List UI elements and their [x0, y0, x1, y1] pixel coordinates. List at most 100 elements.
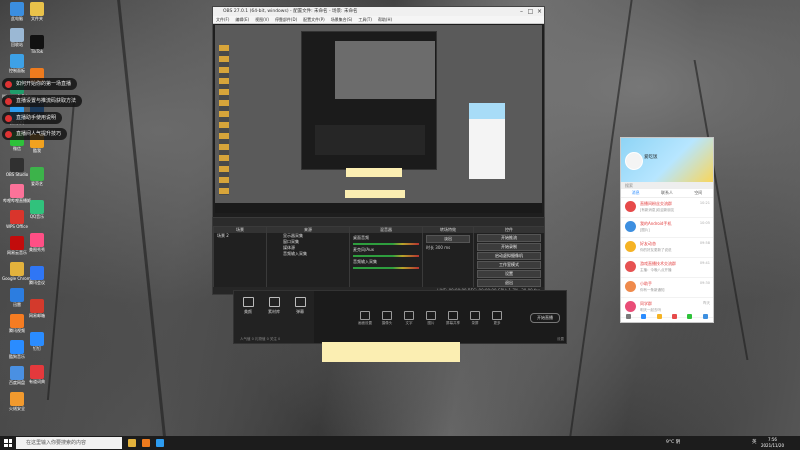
qq-tab[interactable]: 消息 — [632, 189, 640, 197]
desktop-icon[interactable]: TikTok — [22, 35, 52, 69]
desktop-icon-label: 钉钉 — [33, 346, 41, 351]
obs-menu-item[interactable]: 帮助(H) — [378, 17, 392, 22]
control-button[interactable]: 启动虚拟摄像机 — [477, 252, 541, 260]
qq-chat-item[interactable]: 游戏直播技术交流群 主播：今晚八点开播 09:41 — [621, 258, 713, 278]
source-item[interactable]: 音频输入采集 — [267, 251, 349, 257]
desktop-icon[interactable]: QQ音乐 — [22, 200, 52, 234]
chat-preview: 你有一条新通知 — [640, 288, 665, 292]
mail-icon[interactable] — [656, 313, 662, 319]
system-clock[interactable]: 7:56 2021/11/20 — [761, 437, 784, 449]
chat-time: 09:58 — [699, 241, 710, 245]
file-icon[interactable] — [687, 313, 693, 319]
control-button[interactable]: 工作室模式 — [477, 261, 541, 269]
qq-search-input[interactable]: 搜索 — [621, 182, 713, 189]
chat-time: 10:05 — [699, 221, 710, 225]
avatar[interactable] — [625, 152, 643, 170]
control-button[interactable]: 开始录制 — [477, 243, 541, 251]
game-icon[interactable] — [672, 313, 678, 319]
live-tool-button[interactable]: 图片 — [422, 311, 440, 326]
obs-menu-item[interactable]: 配置文件(P) — [303, 17, 325, 22]
live-tool-button[interactable]: 录屏 — [466, 311, 484, 326]
obs-preview-canvas[interactable] — [215, 25, 542, 213]
mixer-panel: 混音器 桌面音频 麦克风/Aux 音频输入采集 — [349, 226, 423, 294]
qq-chat-list: 直播间粉丝交流群 [有新消息]欢迎新朋友 10:21 我的Android手机 [图片] 1… — [621, 198, 713, 318]
avatar — [625, 221, 636, 232]
qq-chat-item[interactable]: 直播间粉丝交流群 [有新消息]欢迎新朋友 10:21 — [621, 198, 713, 218]
chat-preview: [图片] — [640, 228, 650, 232]
tool-icon — [360, 311, 370, 320]
qq-tab[interactable]: 空间 — [694, 189, 702, 197]
app-icon — [30, 2, 44, 16]
notification-toast[interactable]: 如何开始你的第一场直播 — [2, 78, 78, 90]
obs-dock-area: 场景 场景 2 来源 显示器采集 窗口采集 媒体源 音频输入采集 混音器 桌面音频 麦克… — [212, 217, 545, 295]
obs-menu-item[interactable]: 场景集合(S) — [331, 17, 353, 22]
notification-toast[interactable]: 直播设置与推流码获取方法 — [2, 95, 83, 107]
qq-tab[interactable]: 联系人 — [661, 189, 673, 197]
live-tool-button[interactable]: 更多 — [488, 311, 506, 326]
desktop-icon[interactable]: 美图秀秀 — [22, 233, 52, 267]
live-tool-button[interactable]: 文字 — [400, 311, 418, 326]
file-explorer-icon[interactable] — [128, 439, 136, 447]
live-settings-link[interactable]: 设置 — [557, 336, 564, 343]
volume-meter — [353, 243, 419, 245]
obs-menu-item[interactable]: 工具(T) — [358, 17, 372, 22]
control-button[interactable]: 设置 — [477, 270, 541, 278]
apps-icon[interactable] — [641, 313, 647, 319]
live-side-button[interactable]: 美颜 — [238, 297, 258, 315]
desktop-icon-label: QQ音乐 — [29, 214, 45, 219]
live-tool-button[interactable]: 屏幕共享 — [444, 311, 462, 326]
nested-qq-header — [469, 103, 505, 119]
qq-chat-item[interactable]: 小助手 你有一条新通知 09:30 — [621, 278, 713, 298]
volume-meter — [353, 267, 419, 269]
avatar — [625, 241, 636, 252]
notification-toast[interactable]: 直播助手使用说明 — [2, 112, 63, 124]
obs-menu-item[interactable]: 编辑(E) — [235, 17, 249, 22]
desktop-icon[interactable]: 腾讯会议 — [22, 266, 52, 300]
desktop-icon[interactable]: 文件夹 — [22, 2, 52, 36]
control-button[interactable]: 开始推流 — [477, 234, 541, 242]
desktop-icon[interactable]: 网易邮箱 — [22, 299, 52, 333]
close-button[interactable]: × — [535, 7, 544, 16]
notification-icon — [5, 115, 12, 122]
notification-toast[interactable]: 直播间人气提升技巧 — [2, 128, 68, 140]
live-tool-button[interactable]: 摄像头 — [378, 311, 396, 326]
obs-main-window: OBS 27.0.1 (64-bit, windows) - 配置文件: 未命名… — [212, 6, 545, 218]
qq-taskbar-icon[interactable] — [156, 439, 164, 447]
taskbar-search-input[interactable]: 在这里输入你要搜索的内容 — [16, 437, 122, 449]
obs-menu-item[interactable]: 停靠部件(D) — [275, 17, 297, 22]
tool-icon — [426, 311, 436, 320]
chat-preview: 你的好友更新了说说 — [640, 248, 672, 252]
weather-widget[interactable]: 9°C 阴 — [666, 436, 680, 450]
live-tool-label: 录屏 — [471, 321, 479, 325]
live-side-button[interactable]: 素材库 — [264, 297, 284, 315]
pinned-app-icon[interactable] — [142, 439, 150, 447]
live-tool-button[interactable]: 画面设置 — [356, 311, 374, 326]
desktop-icon[interactable]: 有道词典 — [22, 365, 52, 399]
minimize-button[interactable]: – — [517, 7, 526, 16]
maximize-button[interactable]: □ — [526, 7, 535, 16]
qq-chat-item[interactable]: 好友动态 你的好友更新了说说 09:58 — [621, 238, 713, 258]
chat-name: 同学群 — [640, 301, 652, 306]
live-tool-label: 更多 — [493, 321, 501, 325]
desktop-icon-label: TikTok — [30, 49, 44, 54]
notification-icon — [5, 81, 12, 88]
desktop-icon[interactable]: 爱奇艺 — [22, 167, 52, 201]
menu-icon[interactable] — [626, 313, 632, 319]
mixer-header: 混音器 — [350, 227, 422, 233]
transition-select[interactable]: 淡出 — [426, 235, 470, 243]
desktop-icon[interactable]: 钉钉 — [22, 332, 52, 366]
input-language-indicator[interactable]: 英 — [752, 436, 757, 450]
chat-time: 09:41 — [699, 261, 710, 265]
app-icon — [30, 266, 44, 280]
start-live-button[interactable]: 开始直播 — [530, 313, 560, 323]
obs-menu-item[interactable]: 文件(F) — [216, 17, 229, 22]
video-icon[interactable] — [702, 313, 708, 319]
scene-item[interactable]: 场景 2 — [214, 233, 266, 239]
qq-chat-item[interactable]: 我的Android手机 [图片] 10:05 — [621, 218, 713, 238]
control-button[interactable]: 退出 — [477, 279, 541, 287]
notification-icon — [5, 98, 12, 105]
windows-start-icon[interactable] — [4, 439, 12, 447]
obs-menu-item[interactable]: 视图(V) — [255, 17, 269, 22]
duration-value[interactable]: 300 ms — [435, 245, 450, 250]
live-side-button[interactable]: 弹幕 — [290, 297, 310, 315]
